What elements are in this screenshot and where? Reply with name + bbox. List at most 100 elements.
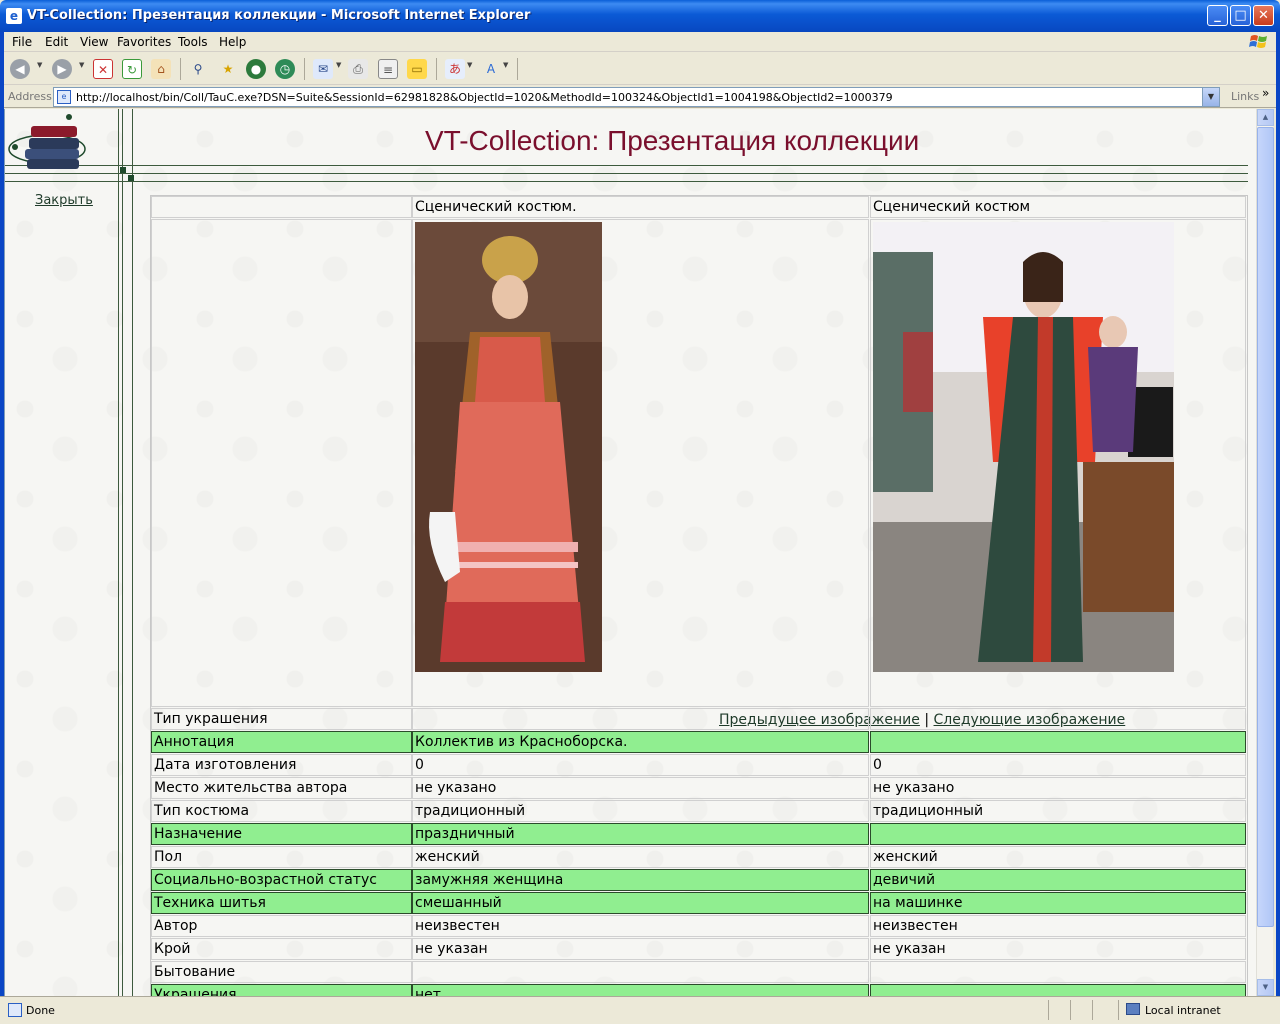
row-value-2: не указан: [870, 938, 1246, 960]
row-value-1: 0: [412, 754, 869, 776]
address-bar: Address e http://localhost/bin/Coll/TauC…: [0, 86, 1280, 108]
row-value-1: [412, 708, 869, 730]
costume-photo-2[interactable]: [873, 222, 1174, 672]
print-icon[interactable]: ⎙: [348, 59, 368, 79]
links-chevron-icon[interactable]: »: [1262, 86, 1269, 100]
row-value-1: не указано: [412, 777, 869, 799]
row-label: Тип украшения: [151, 708, 412, 730]
scroll-thumb[interactable]: [1257, 127, 1274, 927]
row-value-1: Коллектив из Красноборска.: [412, 731, 869, 753]
stop-icon[interactable]: ✕: [93, 59, 113, 79]
media-icon[interactable]: ●: [246, 59, 266, 79]
row-value-2: [870, 731, 1246, 753]
favorites-icon[interactable]: ★: [218, 59, 238, 79]
row-value-1: традиционный: [412, 800, 869, 822]
scroll-up-icon[interactable]: ▲: [1257, 109, 1274, 126]
menu-favorites[interactable]: Favorites: [117, 35, 171, 49]
font-dropdown-icon[interactable]: ▼: [503, 61, 508, 69]
search-icon[interactable]: ⚲: [188, 59, 208, 79]
page-status-icon: [8, 1003, 22, 1017]
books-logo-icon: [8, 114, 86, 169]
history-icon[interactable]: ◷: [275, 59, 295, 79]
font-icon[interactable]: A: [481, 59, 501, 79]
edit-icon[interactable]: ≡: [378, 59, 398, 79]
refresh-icon[interactable]: ↻: [122, 59, 142, 79]
row-value-2: не указано: [870, 777, 1246, 799]
translate-dropdown-icon[interactable]: ▼: [467, 61, 472, 69]
row-label: Назначение: [151, 823, 412, 845]
comparison-table: Сценический костюм. Сценический костюм П…: [150, 195, 1248, 996]
row-label: Украшения: [151, 984, 412, 996]
forward-dropdown-icon[interactable]: ▼: [79, 61, 84, 69]
home-icon[interactable]: ⌂: [151, 59, 171, 79]
header-col1: Сценический костюм.: [412, 196, 869, 218]
row-label: Дата изготовления: [151, 754, 412, 776]
zone-text: Local intranet: [1145, 1004, 1221, 1017]
status-bar: Done Local intranet: [0, 996, 1280, 1024]
row-value-1: праздничный: [412, 823, 869, 845]
row-value-2: неизвестен: [870, 915, 1246, 937]
intranet-zone-icon: [1126, 1003, 1140, 1015]
menu-tools[interactable]: Tools: [178, 35, 208, 49]
row-value-1: женский: [412, 846, 869, 868]
row-value-1: [412, 961, 869, 983]
address-label: Address: [8, 90, 52, 103]
table-row: Техника шитья смешанный на машинке: [151, 892, 1247, 915]
menu-help[interactable]: Help: [219, 35, 246, 49]
table-row: Бытование: [151, 961, 1247, 984]
row-label: Место жительства автора: [151, 777, 412, 799]
links-label[interactable]: Links: [1231, 90, 1259, 103]
photo-cell-1: Предыдущее изображение | Следующие изобр…: [412, 219, 1125, 728]
row-value-1: не указан: [412, 938, 869, 960]
menu-view[interactable]: View: [80, 35, 108, 49]
address-field[interactable]: e http://localhost/bin/Coll/TauC.exe?DSN…: [53, 87, 1220, 107]
scroll-down-icon[interactable]: ▼: [1257, 979, 1274, 996]
table-row: Место жительства автора не указано не указ…: [151, 777, 1247, 800]
row-value-1: замужняя женщина: [412, 869, 869, 891]
row-label: Бытование: [151, 961, 412, 983]
photo-cell-2: [870, 219, 1246, 707]
row-value-2: на машинке: [870, 892, 1246, 914]
row-label: Техника шитья: [151, 892, 412, 914]
row-label: Автор: [151, 915, 412, 937]
row-label: Тип костюма: [151, 800, 412, 822]
back-icon[interactable]: ◀: [10, 59, 30, 79]
back-dropdown-icon[interactable]: ▼: [37, 61, 42, 69]
translate-icon[interactable]: あ: [445, 59, 465, 79]
mail-dropdown-icon[interactable]: ▼: [336, 61, 341, 69]
menu-edit[interactable]: Edit: [45, 35, 68, 49]
row-value-2: 0: [870, 754, 1246, 776]
page-title: VT-Collection: Презентация коллекции: [425, 125, 920, 156]
table-row: Пол женский женский: [151, 846, 1247, 869]
row-value-1: нет: [412, 984, 869, 996]
windows-logo-icon: [1249, 35, 1267, 48]
maximize-button[interactable]: □: [1230, 5, 1251, 26]
menu-file[interactable]: File: [12, 35, 32, 49]
window-title: VT-Collection: Презентация коллекции - M…: [27, 8, 531, 23]
row-value-2: [870, 961, 1246, 983]
mail-icon[interactable]: ✉: [313, 59, 333, 79]
discuss-icon[interactable]: ▭: [407, 59, 427, 79]
row-value-1: смешанный: [412, 892, 869, 914]
minimize-button[interactable]: _: [1207, 5, 1228, 26]
page-icon: e: [57, 90, 71, 104]
toolbar: ◀ ▼ ▶ ▼ ✕ ↻ ⌂ ⚲ ★ ● ◷ ✉ ▼ ⎙ ≡ ▭ あ ▼ A ▼: [0, 53, 1280, 85]
vertical-scrollbar[interactable]: ▲ ▼: [1256, 109, 1274, 996]
close-link[interactable]: Закрыть: [35, 193, 93, 208]
row-value-2: женский: [870, 846, 1246, 868]
forward-icon[interactable]: ▶: [52, 59, 72, 79]
row-value-2: [870, 823, 1246, 845]
ie-document-icon: e: [6, 8, 22, 24]
table-row: Тип украшения: [151, 708, 1247, 731]
row-value-1: неизвестен: [412, 915, 869, 937]
header-col2: Сценический костюм: [870, 196, 1246, 218]
costume-photo-1[interactable]: [415, 222, 602, 672]
close-button[interactable]: ✕: [1253, 5, 1274, 26]
address-url[interactable]: http://localhost/bin/Coll/TauC.exe?DSN=S…: [76, 91, 893, 104]
menu-bar: File Edit View Favorites Tools Help: [0, 32, 1280, 52]
page-content: VT-Collection: Презентация коллекции Зак…: [4, 109, 1256, 996]
address-dropdown-icon[interactable]: ▼: [1202, 88, 1219, 106]
table-row: Назначение праздничный: [151, 823, 1247, 846]
row-label: Пол: [151, 846, 412, 868]
row-value-2: традиционный: [870, 800, 1246, 822]
